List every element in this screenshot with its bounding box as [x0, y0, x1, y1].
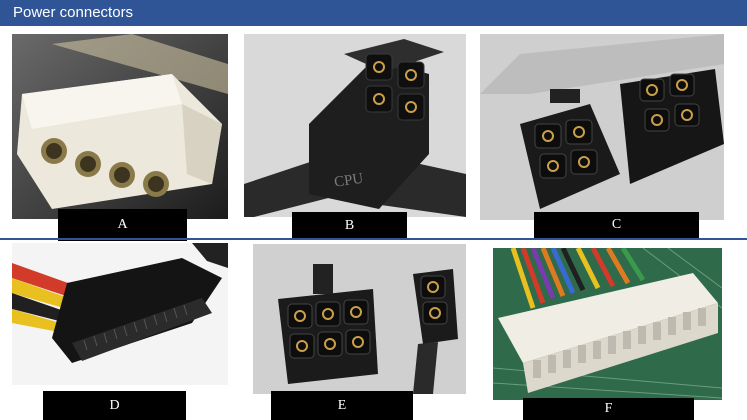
photo-label-d: D	[43, 391, 186, 420]
photo-label-f: F	[523, 398, 694, 420]
photo-label-c: C	[534, 212, 699, 238]
photo-label-b: B	[292, 212, 407, 240]
photo-molex-connector	[12, 34, 228, 219]
photo-cpu-4pin-connector: CPU	[244, 34, 466, 217]
slide-title-bar: Power connectors	[0, 0, 747, 26]
photo-pcie-connector	[253, 244, 466, 394]
slide-title: Power connectors	[13, 4, 134, 21]
photo-atx-24pin-connector	[493, 248, 722, 400]
photo-label-a: A	[58, 209, 187, 241]
photo-sata-power-connector	[12, 243, 228, 385]
photo-label-e: E	[271, 391, 413, 420]
row-divider	[0, 238, 747, 240]
photo-eps-8pin-connector	[480, 34, 724, 220]
